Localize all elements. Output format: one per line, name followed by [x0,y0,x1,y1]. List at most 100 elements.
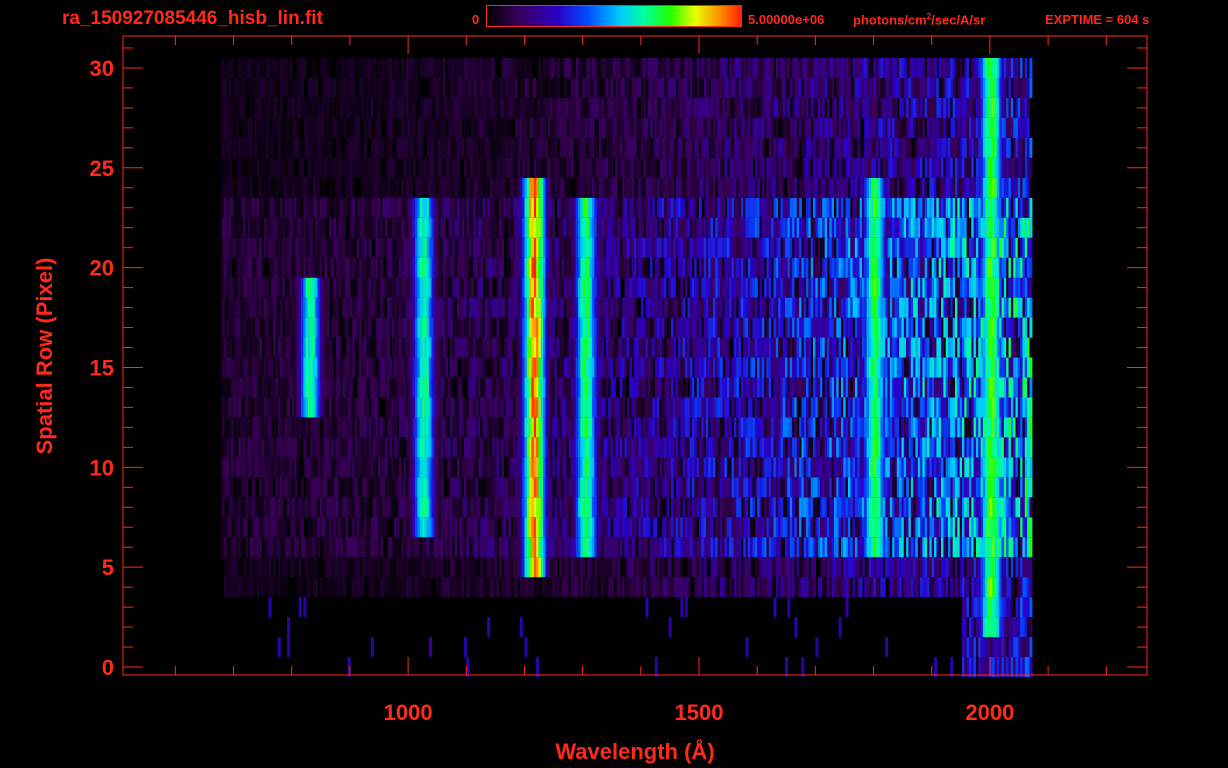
heatmap-cell [496,317,500,338]
heatmap-cell [675,417,679,438]
heatmap-cell [487,617,491,638]
heatmap-cell [654,657,658,677]
heatmap-cell [228,337,232,358]
heatmap-cell [224,417,228,438]
heatmap-cell [934,657,937,677]
heatmap-cell [249,557,253,578]
heatmap-cell [349,437,353,458]
heatmap-cell [496,457,500,478]
heatmap-cell [685,597,688,618]
heatmap-cell [252,577,256,598]
heatmap-cell [650,357,653,378]
heatmap-cell [445,417,449,438]
heatmap-cell [231,417,235,438]
heatmap-cell [252,477,256,498]
heatmap-cell [813,577,816,598]
heatmap-cell [287,397,290,418]
heatmap-cell [335,497,339,518]
heatmap-cell [1029,377,1033,398]
heatmap-cell [575,577,579,598]
heatmap-cell [750,517,754,538]
heatmap-cell [263,557,267,578]
heatmap-cell [685,377,688,398]
heatmap-cell [859,577,863,598]
heatmap-cell [794,417,798,438]
heatmap-cell [1029,357,1033,378]
heatmap-cell [382,297,386,318]
heatmap-cell [661,557,665,578]
heatmap-cell [657,517,660,538]
heatmap-cell [508,577,512,598]
heatmap-cell [1029,477,1033,498]
heatmap-cell [301,577,304,598]
heatmap-cell [594,577,598,598]
heatmap-cell [605,477,609,498]
heatmap-cell [356,557,360,578]
heatmap-cell [824,397,828,418]
heatmap-cell [440,477,444,498]
heatmap-cell [801,657,805,677]
heatmap-cell [494,357,498,378]
heatmap-cell [475,557,479,578]
heatmap-cell [256,377,260,398]
heatmap-cell [238,557,242,578]
heatmap-cell [384,517,388,538]
heatmap-cell [494,557,498,578]
heatmap-cell [259,337,262,358]
heatmap-cell [817,397,821,418]
heatmap-cell [270,477,274,498]
heatmap-cell [703,557,707,578]
heatmap-cell [382,417,386,438]
heatmap-cell [668,537,672,558]
heatmap-cell [612,377,616,398]
heatmap-cell [273,577,276,598]
heatmap-cell [615,317,619,338]
heatmap-cell [1010,597,1014,618]
heatmap-cell [457,497,460,518]
heatmap-cell [370,337,374,358]
heatmap-cell [547,577,551,598]
heatmap-cell [389,557,393,578]
heatmap-cell [466,537,470,558]
heatmap-cell [608,417,612,438]
heatmap-cell [603,397,607,418]
heatmap-cell [298,437,302,458]
heatmap-cell [247,337,251,358]
heatmap-cell [238,397,242,418]
heatmap-cell [682,297,686,318]
heatmap-cell [270,437,274,458]
heatmap-cell [440,397,444,418]
heatmap-cell [815,637,819,658]
heatmap-cell [396,437,400,458]
heatmap-cell [461,377,465,398]
heatmap-cell [787,597,791,618]
heatmap-cell [838,617,842,638]
heatmap-cell [221,317,225,338]
heatmap-cell [457,457,460,478]
heatmap-cell [785,657,788,677]
heatmap-cell [531,577,535,598]
heatmap-cell [1029,317,1033,338]
heatmap-cell [338,337,342,358]
heatmap-cell [861,557,865,578]
heatmap-cell [224,377,228,398]
heatmap-cell [652,557,656,578]
heatmap-cell [554,557,558,578]
heatmap-cell [445,357,449,378]
heatmap-cell [617,417,621,438]
heatmap-cell [359,497,363,518]
heatmap-cell [387,337,390,358]
heatmap-cell [280,497,283,518]
heatmap-cell [1029,537,1033,558]
heatmap-cells [221,58,1033,677]
heatmap-cell [850,317,854,338]
heatmap-cell [284,577,288,598]
heatmap-cell [806,557,809,578]
heatmap-cell [440,557,444,578]
heatmap-cell [633,297,637,318]
heatmap-cell [363,337,367,358]
heatmap-cell [773,597,777,618]
heatmap-cell [813,557,816,578]
heatmap-cell [370,317,374,338]
heatmap-cell [284,517,288,538]
